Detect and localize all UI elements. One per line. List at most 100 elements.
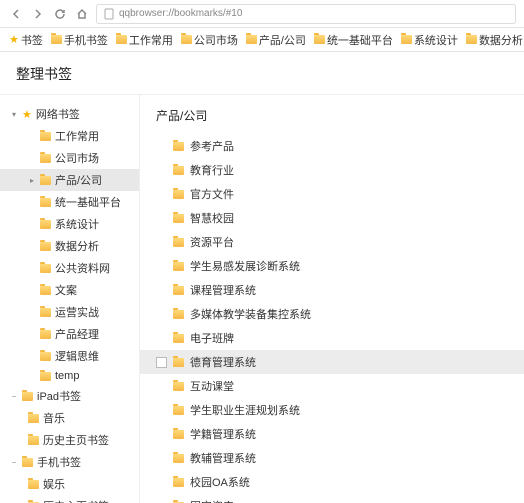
tree-item[interactable]: 历史主页书签 xyxy=(0,429,139,451)
list-item[interactable]: 教辅管理系统 xyxy=(140,446,524,470)
list-label: 互动课堂 xyxy=(190,378,234,394)
address-bar[interactable]: qqbrowser://bookmarks/#10 xyxy=(96,4,516,24)
folder-icon xyxy=(173,238,184,247)
folder-icon xyxy=(40,330,51,339)
folder-icon xyxy=(173,262,184,271)
folder-icon xyxy=(173,214,184,223)
list-item[interactable]: 多媒体教学装备集控系统 xyxy=(140,302,524,326)
bookmarks-root-label: 书签 xyxy=(21,32,43,48)
tree-item[interactable]: 逻辑思维 xyxy=(0,345,139,367)
minus-icon: − xyxy=(10,458,18,467)
bookmark-item[interactable]: 公司市场 xyxy=(178,30,241,50)
tree-item[interactable]: temp xyxy=(0,367,139,385)
list-label: 参考产品 xyxy=(190,138,234,154)
folder-icon xyxy=(181,35,192,44)
folder-icon xyxy=(40,198,51,207)
folder-icon xyxy=(22,458,33,467)
tree-item[interactable]: 公司市场 xyxy=(0,147,139,169)
list-item[interactable]: 官方文件 xyxy=(140,182,524,206)
folder-icon xyxy=(173,382,184,391)
page-icon xyxy=(103,8,115,20)
list-item[interactable]: 资源平台 xyxy=(140,230,524,254)
list-item[interactable]: 教育行业 xyxy=(140,158,524,182)
bookmark-label: 工作常用 xyxy=(129,32,173,48)
folder-icon xyxy=(173,454,184,463)
star-icon: ★ xyxy=(22,108,32,121)
tree-label: 网络书签 xyxy=(36,106,80,122)
tree-item[interactable]: 公共资料网 xyxy=(0,257,139,279)
tree-label: 文案 xyxy=(55,282,77,298)
tree-label: 公共资料网 xyxy=(55,260,110,276)
list-item[interactable]: 电子班牌 xyxy=(140,326,524,350)
bookmark-item[interactable]: 统一基础平台 xyxy=(311,30,396,50)
list-label: 资源平台 xyxy=(190,234,234,250)
list-item[interactable]: 固定资产 xyxy=(140,494,524,503)
tree-item[interactable]: ▸产品/公司 xyxy=(0,169,139,191)
list-item[interactable]: 校园OA系统 xyxy=(140,470,524,494)
folder-icon xyxy=(116,35,127,44)
forward-button[interactable] xyxy=(30,6,46,22)
list-label: 固定资产 xyxy=(190,498,234,503)
bookmark-label: 公司市场 xyxy=(194,32,238,48)
browser-toolbar: qqbrowser://bookmarks/#10 xyxy=(0,0,524,28)
tree-item[interactable]: 运营实战 xyxy=(0,301,139,323)
list-item[interactable]: 学生易感发展诊断系统 xyxy=(140,254,524,278)
tree-item[interactable]: 音乐 xyxy=(0,407,139,429)
list-item[interactable]: 互动课堂 xyxy=(140,374,524,398)
bookmark-label: 产品/公司 xyxy=(259,32,306,48)
tree-label: 娱乐 xyxy=(43,476,65,492)
sidebar: ▾ ★ 网络书签 工作常用公司市场 ▸产品/公司统一基础平台系统设计数据分析公共资… xyxy=(0,95,140,503)
bookmark-item[interactable]: 数据分析 xyxy=(463,30,524,50)
url-text: qqbrowser://bookmarks/#10 xyxy=(119,8,242,19)
tree-item[interactable]: 产品经理 xyxy=(0,323,139,345)
home-button[interactable] xyxy=(74,6,90,22)
list-item[interactable]: 德育管理系统 xyxy=(140,350,524,374)
tree-item[interactable]: 统一基础平台 xyxy=(0,191,139,213)
folder-icon xyxy=(40,352,51,361)
tree-item[interactable]: 工作常用 xyxy=(0,125,139,147)
folder-icon xyxy=(40,286,51,295)
tree-label: 历史主页书签 xyxy=(43,498,109,503)
list-label: 教辅管理系统 xyxy=(190,450,256,466)
reload-button[interactable] xyxy=(52,6,68,22)
tree-item[interactable]: 系统设计 xyxy=(0,213,139,235)
list-item[interactable]: 课程管理系统 xyxy=(140,278,524,302)
chevron-down-icon: ▾ xyxy=(10,110,18,119)
folder-icon xyxy=(173,334,184,343)
tree-label: 统一基础平台 xyxy=(55,194,121,210)
list-label: 电子班牌 xyxy=(190,330,234,346)
tree-item[interactable]: 娱乐 xyxy=(0,473,139,495)
list-label: 教育行业 xyxy=(190,162,234,178)
tree-item[interactable]: 历史主页书签 xyxy=(0,495,139,503)
tree-label: 公司市场 xyxy=(55,150,99,166)
tree-root-web[interactable]: ▾ ★ 网络书签 xyxy=(0,103,139,125)
tree-label: 音乐 xyxy=(43,410,65,426)
folder-icon xyxy=(22,392,33,401)
tree-root-phone[interactable]: − 手机书签 xyxy=(0,451,139,473)
bookmarks-root[interactable]: ★书签 xyxy=(6,30,46,50)
folder-icon xyxy=(28,414,39,423)
bookmark-item[interactable]: 手机书签 xyxy=(48,30,111,50)
bookmark-label: 系统设计 xyxy=(414,32,458,48)
bookmark-item[interactable]: 工作常用 xyxy=(113,30,176,50)
checkbox[interactable] xyxy=(156,357,167,368)
folder-icon xyxy=(173,310,184,319)
folder-icon xyxy=(40,176,51,185)
tree-label: 工作常用 xyxy=(55,128,99,144)
list-label: 智慧校园 xyxy=(190,210,234,226)
bookmark-item[interactable]: 系统设计 xyxy=(398,30,461,50)
minus-icon: − xyxy=(10,392,18,401)
list-item[interactable]: 学籍管理系统 xyxy=(140,422,524,446)
folder-icon xyxy=(40,132,51,141)
tree-label: temp xyxy=(55,370,79,382)
list-item[interactable]: 参考产品 xyxy=(140,134,524,158)
folder-icon xyxy=(173,358,184,367)
list-label: 学籍管理系统 xyxy=(190,426,256,442)
list-item[interactable]: 智慧校园 xyxy=(140,206,524,230)
tree-item[interactable]: 文案 xyxy=(0,279,139,301)
tree-item[interactable]: 数据分析 xyxy=(0,235,139,257)
tree-root-ipad[interactable]: − iPad书签 xyxy=(0,385,139,407)
list-item[interactable]: 学生职业生涯规划系统 xyxy=(140,398,524,422)
back-button[interactable] xyxy=(8,6,24,22)
bookmark-item[interactable]: 产品/公司 xyxy=(243,30,309,50)
